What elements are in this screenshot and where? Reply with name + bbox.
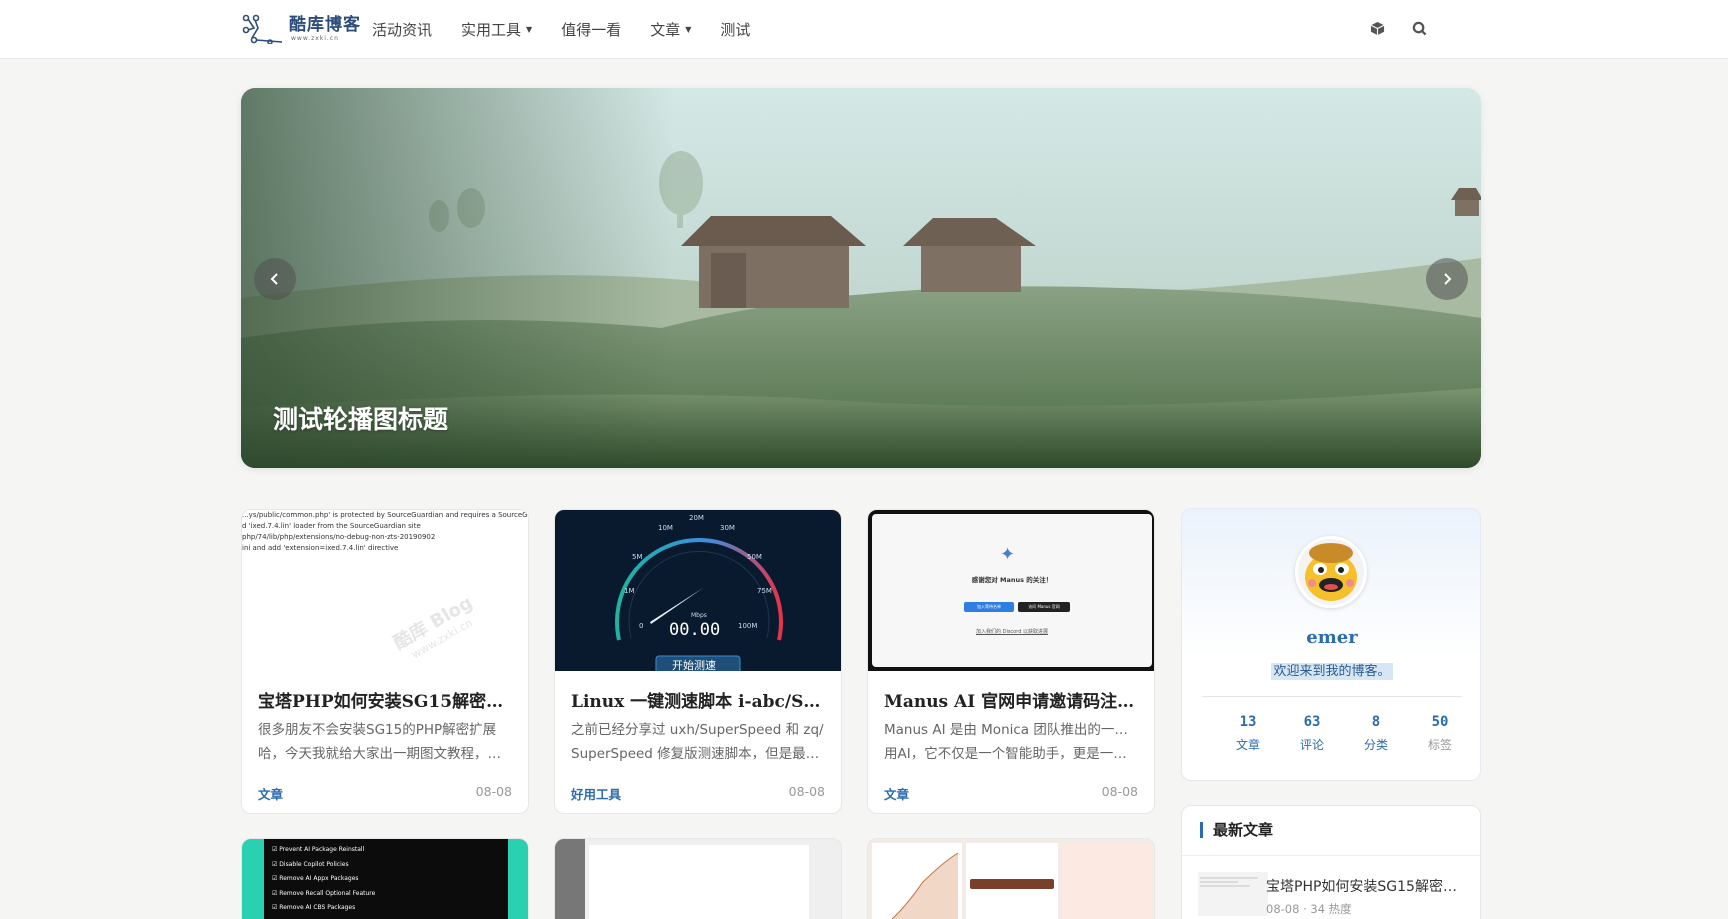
thumb-button: 加入等待名单: [964, 602, 1014, 612]
gauge-label: 10M: [658, 524, 673, 532]
post-thumbnail: ☑ Prevent AI Package Reinstall ☑ Disable…: [264, 839, 508, 919]
cube-icon[interactable]: [1368, 19, 1386, 37]
post-title[interactable]: Linux 一键测速脚本 i-abc/Speedtest: [571, 687, 827, 712]
carousel-prev-button[interactable]: [254, 258, 296, 300]
post-excerpt: 很多朋友不会安装SG15的PHP解密扩展 哈，今天我就给大家出一期图文教程，让你…: [258, 722, 514, 762]
caret-down-icon: ▼: [685, 24, 692, 34]
gauge-label: 75M: [757, 587, 772, 595]
gauge-label: 30M: [720, 524, 735, 532]
post-thumbnail: ✦ 感谢您对 Manus 的关注！ 加入等待名单 访问 Manus 官网 加入我…: [868, 510, 1154, 671]
stat-comments[interactable]: 63 评论: [1287, 714, 1337, 753]
logo-title: 酷库博客: [289, 15, 361, 35]
gauge-label: 5M: [632, 553, 643, 561]
post-thumbnail: ...ys/public/common.php' is protected by…: [242, 510, 529, 671]
post-card[interactable]: 0 1M 5M 10M 20M 30M 50M 75M 100M Mbps 00…: [554, 509, 842, 814]
author-profile-card: emer 欢迎来到我的博客。 13 文章 63 评论 8 分类 50 标签: [1181, 508, 1481, 781]
divider: [1202, 696, 1462, 697]
gauge-label: 100M: [738, 622, 757, 630]
post-card[interactable]: [867, 838, 1155, 919]
latest-post-meta: 08-08 · 34 热度: [1266, 902, 1352, 916]
thumb-text-line: ini and add 'extension=ixed.7.4.lin' dir…: [242, 544, 399, 552]
post-card[interactable]: ✦ 感谢您对 Manus 的关注！ 加入等待名单 访问 Manus 官网 加入我…: [867, 509, 1155, 814]
author-name[interactable]: emer: [1182, 627, 1482, 648]
post-date: 08-08: [788, 784, 825, 799]
thumb-text-line: ...ys/public/common.php' is protected by…: [242, 511, 529, 519]
latest-post-thumbnail[interactable]: [1198, 872, 1268, 916]
stat-categories[interactable]: 8 分类: [1351, 714, 1401, 753]
stat-tags[interactable]: 50 标签: [1415, 714, 1465, 753]
nav-item-articles[interactable]: 文章 ▼: [650, 19, 691, 40]
gauge-label: 50M: [747, 553, 762, 561]
post-thumbnail: [872, 843, 962, 919]
hero-carousel[interactable]: 测试轮播图标题: [241, 88, 1481, 468]
speed-gauge-image: 0 1M 5M 10M 20M 30M 50M 75M 100M Mbps 00…: [615, 514, 783, 671]
gauge-label: 0: [639, 622, 643, 630]
post-card[interactable]: ☑ Prevent AI Package Reinstall ☑ Disable…: [241, 838, 529, 919]
thumb-text-line: php/74/lib/php/extensions/no-debug-non-z…: [242, 533, 436, 541]
logo-circuit-icon: [242, 14, 283, 44]
nav-item-test[interactable]: 测试: [720, 19, 750, 40]
post-category[interactable]: 文章: [258, 784, 283, 803]
carousel-title: 测试轮播图标题: [273, 405, 449, 434]
divider: [1182, 855, 1482, 856]
post-thumbnail: 0 1M 5M 10M 20M 30M 50M 75M 100M Mbps 00…: [555, 510, 841, 671]
thumb-button: 访问 Manus 官网: [1018, 602, 1070, 612]
post-category[interactable]: 文章: [884, 784, 909, 803]
site-logo[interactable]: 酷库博客 www.zxki.cn: [242, 12, 361, 46]
post-category[interactable]: 好用工具: [571, 784, 621, 803]
latest-posts-widget: 最新文章 宝塔PHP如何安装SG15解密扩展 08-08 · 34 热度: [1181, 805, 1482, 919]
gauge-unit: Mbps: [691, 612, 707, 619]
post-date: 08-08: [1101, 784, 1138, 799]
post-title[interactable]: Manus AI 官网申请邀请码注册教程: [884, 687, 1140, 712]
avatar[interactable]: [1295, 536, 1367, 608]
logo-subtitle: www.zxki.cn: [291, 35, 339, 42]
author-bio: 欢迎来到我的博客。: [1271, 663, 1393, 680]
search-icon[interactable]: [1410, 19, 1428, 37]
nav-item-worth-seeing[interactable]: 值得一看: [561, 19, 621, 40]
main-nav: 活动资讯 实用工具 ▼ 值得一看 文章 ▼ 测试: [372, 0, 779, 58]
post-card[interactable]: ...ys/public/common.php' is protected by…: [241, 509, 529, 814]
gauge-label: 20M: [689, 514, 704, 522]
thumb-text-line: d 'ixed.7.4.lin' loader from the SourceG…: [242, 522, 421, 530]
start-test-button-image: 开始测速: [672, 658, 716, 671]
thumb-text: 感谢您对 Manus 的关注！: [971, 576, 1053, 584]
stat-articles[interactable]: 13 文章: [1223, 714, 1273, 753]
caret-down-icon: ▼: [526, 24, 533, 34]
gauge-label: 1M: [624, 587, 635, 595]
party-icon: ✦: [1000, 544, 1016, 565]
nav-item-activity[interactable]: 活动资讯: [372, 19, 432, 40]
post-title[interactable]: 宝塔PHP如何安装SG15解密扩展: [258, 687, 514, 712]
post-thumbnail: [589, 845, 809, 919]
nav-item-tools[interactable]: 实用工具 ▼: [461, 19, 532, 40]
thumb-link: 加入我们的 Discord 以获取进展: [976, 629, 1048, 635]
chevron-right-icon: [1444, 273, 1452, 285]
post-card[interactable]: [554, 838, 842, 919]
chevron-left-icon: [270, 273, 278, 285]
post-excerpt: 之前已经分享过 uxh/SuperSpeed 和 zq/ SuperSpeed …: [571, 722, 827, 762]
top-header: 酷库博客 www.zxki.cn 活动资讯 实用工具 ▼ 值得一看 文章 ▼ 测试: [0, 0, 1728, 59]
post-date: 08-08: [475, 784, 512, 799]
widget-title: 最新文章: [1200, 822, 1273, 838]
post-excerpt: Manus AI 是由 Monica 团队推出的一款通 用AI，它不仅是一个智能…: [884, 722, 1140, 762]
carousel-next-button[interactable]: [1426, 258, 1468, 300]
gauge-value: 00.00: [669, 620, 720, 640]
latest-post-title[interactable]: 宝塔PHP如何安装SG15解密扩展: [1266, 876, 1466, 896]
watermark: 酷库 Blog www.zxki.cn: [390, 592, 477, 662]
